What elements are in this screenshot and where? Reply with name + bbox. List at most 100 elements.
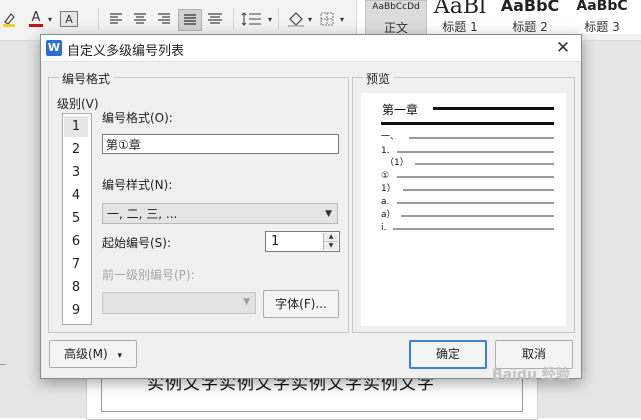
level-item[interactable]: 7 bbox=[64, 254, 88, 275]
style-heading-1[interactable]: AaBl 标题 1 bbox=[429, 0, 491, 34]
preview-row: 1. bbox=[381, 146, 554, 157]
separator bbox=[278, 8, 279, 30]
style-gallery: AaBbCcDd 正文 AaBl 标题 1 AaBbC 标题 2 AaBbC 标… bbox=[356, 0, 641, 36]
preview-line bbox=[397, 151, 554, 153]
style-name: 标题 3 bbox=[584, 20, 620, 34]
ruler-mark bbox=[0, 364, 6, 365]
dropdown-arrow-icon: ▼ bbox=[325, 209, 332, 219]
level-item[interactable]: 5 bbox=[64, 208, 88, 229]
chevron-down-icon[interactable]: ▾ bbox=[306, 10, 314, 28]
level-item[interactable]: 9 bbox=[64, 300, 88, 321]
number-style-value: 一, 二, 三, ... bbox=[107, 207, 178, 221]
justify-icon[interactable] bbox=[178, 9, 202, 31]
preview-row: i. bbox=[381, 223, 554, 234]
level-item[interactable]: 3 bbox=[64, 162, 88, 183]
number-style-select[interactable]: 一, 二, 三, ... ▼ bbox=[102, 203, 338, 224]
shading-icon[interactable] bbox=[285, 10, 307, 28]
chevron-down-icon: ▾ bbox=[117, 351, 123, 361]
style-preview: AaBbC bbox=[576, 0, 628, 14]
start-at-label: 起始编号(S): bbox=[102, 236, 172, 250]
preview-row-label: 1. bbox=[381, 146, 390, 156]
preview-panel: 第一章 一、 1. （1） ① 1） a. a） i. bbox=[361, 93, 566, 326]
style-preview: AaBl bbox=[433, 0, 487, 16]
preview-line bbox=[401, 215, 554, 217]
level-list[interactable]: 1 2 3 4 5 6 7 8 9 bbox=[62, 113, 92, 325]
preview-row-label: （1） bbox=[385, 158, 409, 168]
dropdown-arrow-icon: ▼ bbox=[243, 297, 250, 307]
char-shading-icon[interactable]: A bbox=[60, 11, 78, 27]
style-normal[interactable]: AaBbCcDd 正文 bbox=[365, 0, 427, 36]
previous-level-label: 前一级别编号(P): bbox=[102, 268, 195, 282]
style-preview: AaBbC bbox=[500, 0, 560, 15]
level-item[interactable]: 1 bbox=[64, 116, 88, 137]
level-item[interactable]: 8 bbox=[64, 277, 88, 298]
char-shading-glyph: A bbox=[65, 12, 73, 26]
chevron-down-icon[interactable]: ▾ bbox=[266, 10, 274, 28]
preview-line bbox=[403, 189, 554, 191]
dialog-title: 自定义多级编号列表 bbox=[67, 44, 185, 59]
style-name: 标题 1 bbox=[442, 20, 478, 34]
chevron-down-icon[interactable]: ▾ bbox=[46, 10, 54, 28]
dialog-titlebar[interactable]: W 自定义多级编号列表 ✕ bbox=[41, 35, 581, 62]
preview-row-label: a） bbox=[381, 210, 396, 220]
advanced-button-label: 高级(M) bbox=[63, 347, 108, 361]
preview-rule bbox=[381, 122, 554, 125]
advanced-button[interactable]: 高级(M) ▾ bbox=[49, 340, 137, 368]
style-preview: AaBbCcDd bbox=[372, 2, 420, 12]
preview-row-label: ① bbox=[381, 171, 390, 181]
font-button[interactable]: 字体(F)... bbox=[263, 290, 339, 318]
spin-down-icon[interactable]: ▼ bbox=[324, 242, 338, 250]
number-format-input[interactable]: 第①章 bbox=[102, 134, 339, 154]
separator bbox=[98, 8, 99, 30]
preview-line bbox=[409, 137, 554, 139]
level-item[interactable]: 4 bbox=[64, 185, 88, 206]
preview-line bbox=[415, 163, 554, 165]
preview-row: a） bbox=[381, 210, 554, 221]
level-item[interactable]: 6 bbox=[64, 231, 88, 252]
start-at-spinbox[interactable]: 1 ▲ ▼ bbox=[265, 231, 340, 252]
group-label: 预览 bbox=[363, 70, 394, 87]
preview-row-label: 一、 bbox=[381, 132, 400, 142]
align-right-icon[interactable] bbox=[155, 10, 173, 28]
spin-buttons: ▲ ▼ bbox=[323, 233, 338, 250]
preview-row: 一、 bbox=[381, 132, 554, 143]
align-left-icon[interactable] bbox=[107, 10, 125, 28]
preview-row: ① bbox=[381, 171, 554, 182]
style-name: 标题 2 bbox=[512, 20, 548, 34]
style-heading-2[interactable]: AaBbC 标题 2 bbox=[497, 0, 563, 34]
font-color-icon[interactable]: A bbox=[28, 10, 44, 28]
line-spacing-icon[interactable] bbox=[240, 10, 264, 28]
level-item[interactable]: 2 bbox=[64, 139, 88, 160]
number-style-label: 编号样式(N): bbox=[102, 178, 173, 192]
wps-app-icon: W bbox=[46, 40, 62, 56]
watermark: Baidu 经验 bbox=[492, 367, 570, 383]
preview-title-rule bbox=[433, 107, 554, 110]
preview-line bbox=[397, 202, 554, 204]
highlight-icon[interactable] bbox=[2, 10, 16, 28]
preview-row: 1） bbox=[381, 184, 554, 195]
style-heading-3[interactable]: AaBbC 标题 3 bbox=[569, 0, 635, 34]
preview-title: 第一章 bbox=[382, 103, 419, 117]
font-color-glyph: A bbox=[31, 9, 41, 25]
preview-row: a. bbox=[381, 197, 554, 208]
previous-level-select: ▼ bbox=[102, 292, 256, 314]
preview-row-label: 1） bbox=[381, 184, 396, 194]
start-at-value: 1 bbox=[271, 234, 280, 249]
distribute-icon[interactable] bbox=[205, 10, 225, 28]
number-format-label: 编号格式(O): bbox=[102, 111, 173, 125]
border-icon[interactable] bbox=[318, 10, 336, 28]
level-label: 级别(V) bbox=[57, 97, 99, 111]
spin-up-icon[interactable]: ▲ bbox=[324, 233, 338, 242]
multilevel-list-dialog: W 自定义多级编号列表 ✕ 编号格式 级别(V) 1 2 3 4 5 6 7 8… bbox=[40, 34, 582, 379]
align-center-icon[interactable] bbox=[131, 10, 149, 28]
preview-row-label: a. bbox=[381, 197, 390, 207]
preview-row-label: i. bbox=[381, 223, 387, 233]
preview-line bbox=[397, 176, 554, 178]
preview-line bbox=[393, 228, 554, 230]
chevron-down-icon[interactable]: ▾ bbox=[338, 10, 346, 28]
preview-row: （1） bbox=[381, 158, 554, 169]
group-label: 编号格式 bbox=[59, 70, 114, 87]
ok-button[interactable]: 确定 bbox=[409, 340, 487, 369]
separator bbox=[233, 8, 234, 30]
close-icon[interactable]: ✕ bbox=[551, 37, 575, 59]
